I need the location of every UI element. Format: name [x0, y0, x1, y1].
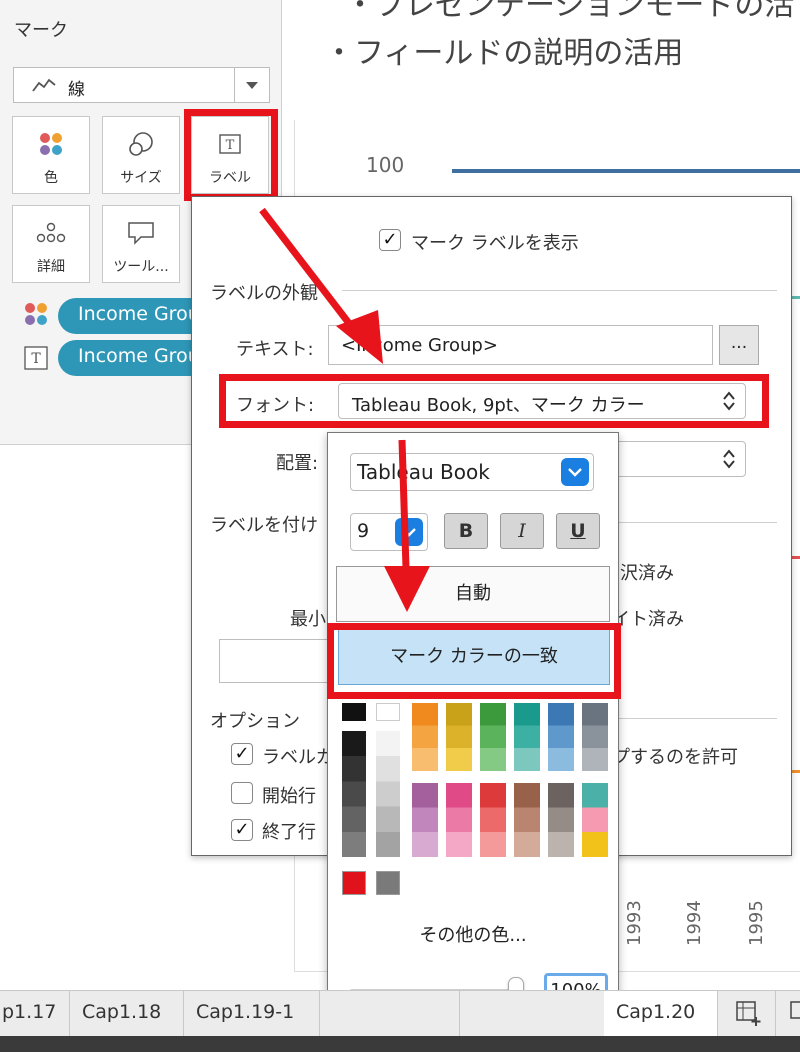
sheet-tab[interactable]: Cap1.19-1	[184, 991, 320, 1037]
sheet-tab[interactable]	[320, 991, 460, 1037]
sheet-tab-bar: p1.17 Cap1.18 Cap1.19-1 Cap1.20	[0, 990, 800, 1037]
arrow-head-icon	[384, 566, 430, 612]
new-worksheet-button[interactable]	[718, 991, 776, 1037]
sheet-tab-active[interactable]: Cap1.20	[604, 991, 718, 1037]
new-dashboard-icon	[790, 1001, 800, 1019]
new-sheet-icon	[736, 1001, 761, 1026]
annotation-arrows	[259, 207, 430, 612]
sheet-tab[interactable]: p1.17	[0, 991, 70, 1037]
sheet-tab[interactable]: Cap1.18	[70, 991, 184, 1037]
new-dashboard-button[interactable]	[778, 991, 800, 1037]
status-bar	[0, 1036, 800, 1052]
